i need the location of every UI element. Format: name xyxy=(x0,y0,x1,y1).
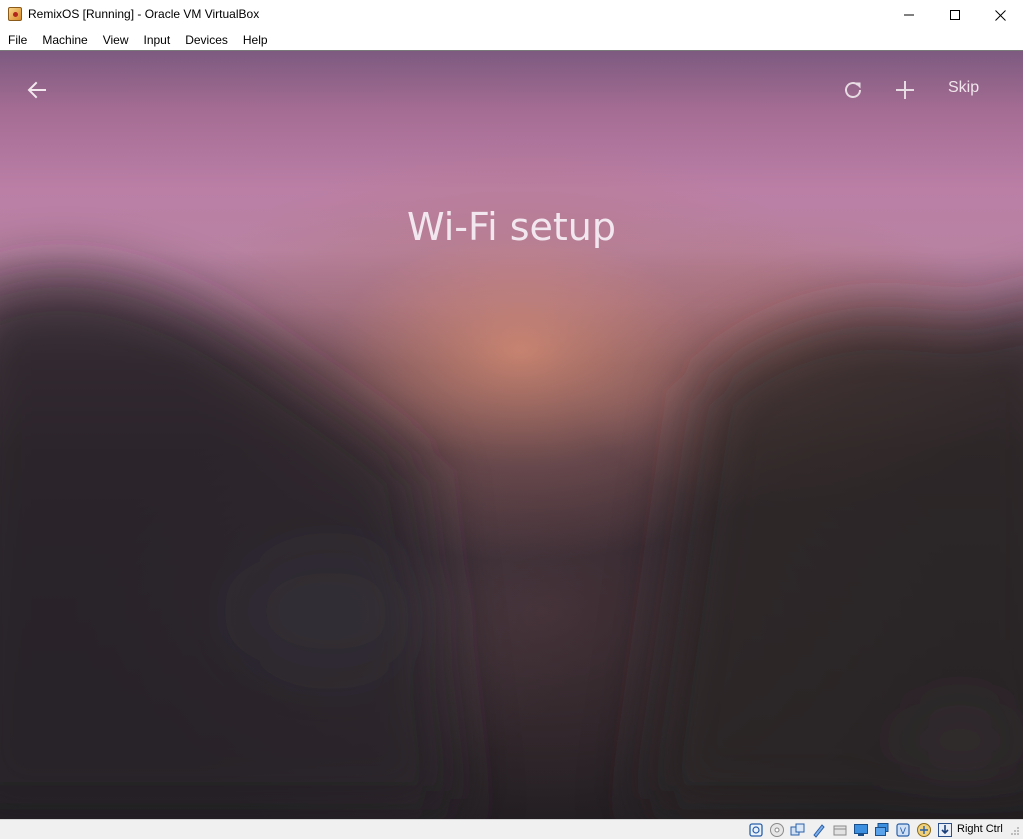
cpu-icon[interactable] xyxy=(916,822,932,838)
hard-disk-icon[interactable] xyxy=(748,822,764,838)
back-button[interactable] xyxy=(22,75,52,105)
window-title: RemixOS [Running] - Oracle VM VirtualBox xyxy=(28,7,260,21)
host-key-label: Right Ctrl xyxy=(957,823,1003,835)
virtualbox-icon xyxy=(8,7,22,21)
video-capture-icon[interactable]: V xyxy=(895,822,911,838)
audio-icon[interactable] xyxy=(790,822,806,838)
status-bar: V Right Ctrl xyxy=(0,819,1023,839)
shared-folders-icon[interactable] xyxy=(853,822,869,838)
resize-grip-icon[interactable] xyxy=(1010,826,1020,836)
close-button[interactable] xyxy=(977,0,1023,30)
close-icon xyxy=(994,9,1006,21)
refresh-icon xyxy=(845,82,861,98)
skip-button[interactable]: Skip xyxy=(948,79,979,101)
network-icon[interactable] xyxy=(811,822,827,838)
page-title: Wi-Fi setup xyxy=(406,205,617,249)
mouse-integration-icon[interactable] xyxy=(937,822,953,838)
svg-text:V: V xyxy=(900,827,907,837)
add-network-button[interactable] xyxy=(890,75,920,105)
guest-screen[interactable]: Skip Wi-Fi setup xyxy=(0,51,1023,819)
maximize-button[interactable] xyxy=(932,0,978,30)
menu-file[interactable]: File xyxy=(0,30,34,50)
minimize-button[interactable] xyxy=(886,0,932,30)
menu-machine[interactable]: Machine xyxy=(34,30,94,50)
optical-drive-icon[interactable] xyxy=(769,822,785,838)
background-wallpaper xyxy=(0,276,1023,819)
minimize-icon xyxy=(904,14,914,16)
menu-help[interactable]: Help xyxy=(235,30,275,50)
title-bar: RemixOS [Running] - Oracle VM VirtualBox xyxy=(0,0,1023,30)
menu-bar: File Machine View Input Devices Help xyxy=(0,30,1023,51)
maximize-icon xyxy=(950,10,960,20)
usb-icon[interactable] xyxy=(832,822,848,838)
arrow-left-icon xyxy=(27,81,46,99)
menu-view[interactable]: View xyxy=(95,30,136,50)
refresh-button[interactable] xyxy=(838,75,868,105)
display-icon[interactable] xyxy=(874,822,890,838)
menu-devices[interactable]: Devices xyxy=(177,30,235,50)
plus-icon xyxy=(896,81,914,99)
menu-input[interactable]: Input xyxy=(136,30,178,50)
